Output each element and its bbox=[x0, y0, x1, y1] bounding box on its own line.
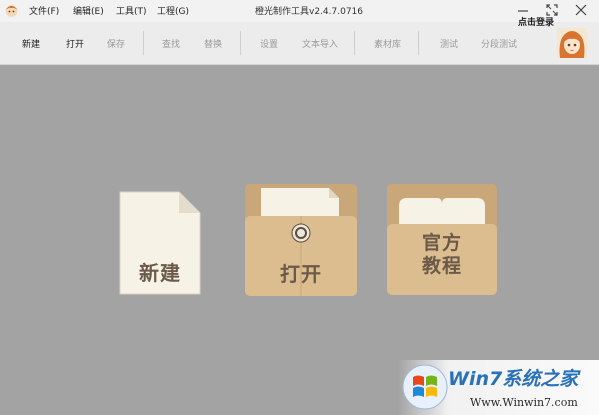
watermark-text: Win7系统之家 bbox=[448, 368, 579, 390]
toolbar-separator bbox=[240, 31, 241, 55]
menu-project[interactable]: 工程(G) bbox=[157, 4, 189, 17]
toolbar-separator bbox=[354, 31, 355, 55]
toolbar-new-button[interactable]: 新建 bbox=[22, 37, 40, 50]
toolbar-save-button[interactable]: 保存 bbox=[107, 37, 125, 50]
new-project-tile[interactable]: 新建 bbox=[119, 191, 201, 295]
open-project-tile[interactable]: 打开 bbox=[245, 184, 357, 296]
window-title: 橙光制作工具v2.4.7.0716 bbox=[255, 7, 363, 17]
toolbar-separator bbox=[418, 31, 419, 55]
toolbar-open-button[interactable]: 打开 bbox=[66, 37, 84, 50]
toolbar-replace-button[interactable]: 替换 bbox=[204, 37, 222, 50]
watermark-url: Www.Winwin7.com bbox=[470, 396, 578, 409]
title-bar: 文件(F) 编辑(E) 工具(T) 工程(G) 橙光制作工具v2.4.7.071… bbox=[0, 0, 599, 22]
open-project-label: 打开 bbox=[280, 262, 322, 286]
toolbar-assets-button[interactable]: 素材库 bbox=[374, 37, 401, 50]
toolbar: 新建 打开 保存 查找 替换 设置 文本导入 素材库 测试 分段测试 bbox=[0, 22, 599, 65]
app-logo-icon bbox=[5, 5, 18, 17]
official-tutorial-label-line1: 官方 bbox=[421, 232, 462, 254]
menu-tools[interactable]: 工具(T) bbox=[116, 4, 147, 17]
toolbar-text-import-button[interactable]: 文本导入 bbox=[302, 37, 338, 50]
toolbar-segment-test-button[interactable]: 分段测试 bbox=[481, 37, 517, 50]
official-tutorial-label-line2: 教程 bbox=[421, 255, 462, 277]
official-tutorial-tile[interactable]: 官方 教程 bbox=[387, 184, 497, 295]
login-link[interactable]: 点击登录 bbox=[518, 15, 554, 28]
toolbar-separator bbox=[143, 31, 144, 55]
toolbar-find-button[interactable]: 查找 bbox=[162, 37, 180, 50]
menu-edit[interactable]: 编辑(E) bbox=[73, 4, 104, 17]
close-icon[interactable] bbox=[571, 1, 591, 19]
toolbar-settings-button[interactable]: 设置 bbox=[260, 37, 278, 50]
toolbar-test-button[interactable]: 测试 bbox=[440, 37, 458, 50]
new-project-label: 新建 bbox=[139, 261, 181, 285]
menu-file[interactable]: 文件(F) bbox=[29, 4, 59, 17]
user-avatar[interactable] bbox=[557, 28, 587, 58]
